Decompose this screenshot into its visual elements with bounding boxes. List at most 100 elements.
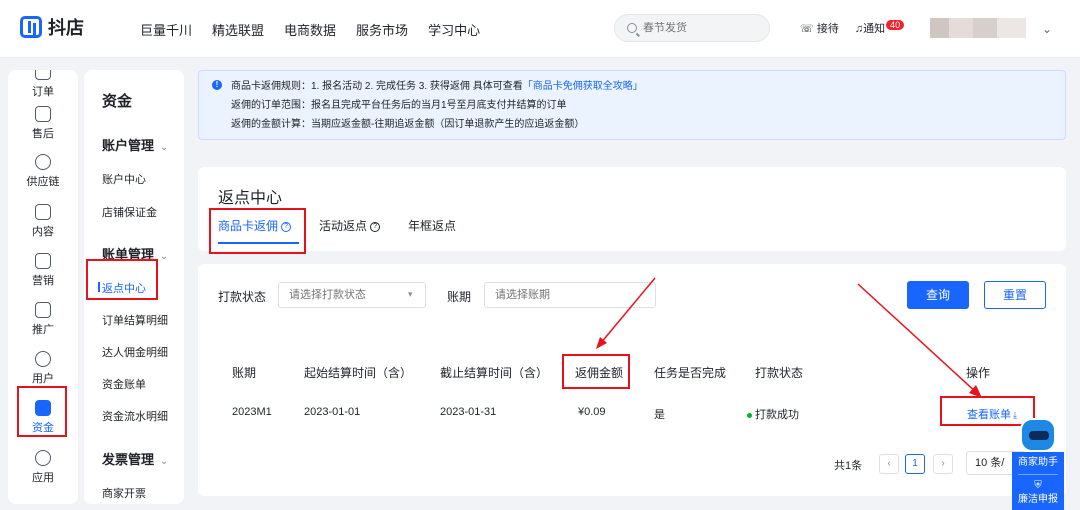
search-icon — [627, 23, 637, 33]
chevron-down-icon: ⌄ — [160, 456, 169, 467]
status-filter-label: 打款状态 — [218, 290, 267, 304]
status-select[interactable] — [278, 282, 426, 308]
leftnav-label: 供应链 — [26, 176, 60, 188]
notice-button[interactable]: ♫通知 40 — [854, 20, 905, 36]
shield-icon: ⛨ — [1034, 480, 1042, 491]
subnav-item-invoicing[interactable]: 商家开票 — [102, 485, 146, 501]
tab-activity-rebate[interactable]: 活动返点? — [319, 217, 381, 244]
cell-period: 2023M1 — [232, 406, 272, 418]
leftnav-item-promotion[interactable]: 推广 — [8, 302, 78, 337]
search-input[interactable] — [643, 22, 753, 34]
leftnav-item-user[interactable]: 用户 — [8, 351, 78, 386]
subnav-item-influencer-commission[interactable]: 达人佣金明细 — [102, 344, 168, 360]
cell-status: 打款成功 — [747, 406, 799, 422]
chevron-down-icon[interactable]: ⌄ — [1042, 22, 1052, 36]
leftnav-item-content[interactable]: 内容 — [8, 204, 78, 239]
subnav-group-bills[interactable]: 账单管理 ⌄ — [102, 244, 168, 263]
leftnav-item-marketing[interactable]: 营销 — [8, 253, 78, 288]
rules-notice: ! 商品卡返佣规则：1. 报名活动 2. 完成任务 3. 获得返佣 具体可查看「… — [198, 70, 1066, 140]
reception-button[interactable]: ☏ 接待 — [800, 20, 839, 36]
after-sale-icon — [35, 106, 51, 122]
leftnav-item-supply[interactable]: 供应链 — [8, 154, 78, 189]
helper-label[interactable]: 商家助手 — [1012, 456, 1064, 470]
bell-icon: ♫ — [854, 23, 864, 35]
help-icon[interactable]: ? — [370, 221, 381, 232]
info-icon: ! — [212, 80, 222, 90]
subnav-item-rebate-center[interactable]: 返点中心 — [98, 280, 146, 296]
supply-chain-icon — [35, 154, 51, 170]
chevron-down-icon: ⌄ — [160, 251, 169, 262]
notice-label: 通知 — [863, 23, 886, 35]
col-header-end: 截止结算时间（含） — [440, 366, 549, 380]
logo-icon — [20, 16, 42, 38]
help-icon[interactable]: ? — [281, 221, 292, 232]
topnav-item-alliance[interactable]: 精选联盟 — [212, 20, 264, 39]
subnav-item-fund-bill[interactable]: 资金账单 — [102, 376, 146, 392]
divider — [1018, 474, 1058, 475]
subnav-group-invoice[interactable]: 发票管理 ⌄ — [102, 449, 168, 468]
tab-label: 活动返点 — [319, 219, 368, 233]
tab-bar: 商品卡返佣? 活动返点? 年框返点 — [218, 217, 484, 244]
view-bill-link[interactable]: 查看账单 ⤓ — [967, 406, 1017, 422]
period-select[interactable] — [484, 282, 656, 308]
notice-line-1: 商品卡返佣规则：1. 报名活动 2. 完成任务 3. 获得返佣 具体可查看「商品… — [213, 77, 1065, 96]
subnav-item-account-center[interactable]: 账户中心 — [102, 171, 146, 187]
wallet-icon — [35, 400, 51, 416]
search-box[interactable] — [614, 14, 770, 42]
leftnav-label: 内容 — [32, 226, 54, 238]
leftnav-item-aftersale[interactable]: 售后 — [8, 106, 78, 141]
leftnav-item-apps[interactable]: 应用 — [8, 450, 78, 485]
robot-icon — [1020, 418, 1056, 452]
topnav-item-data[interactable]: 电商数据 — [284, 20, 336, 39]
leftnav-item-order[interactable]: 订单 — [8, 70, 78, 99]
topnav-item-learning[interactable]: 学习中心 — [428, 20, 480, 39]
guide-link[interactable]: 「商品卡免佣获取全攻略」 — [523, 81, 643, 92]
integrity-report-link[interactable]: 廉洁申报 — [1012, 493, 1064, 507]
page-button-current[interactable]: 1 — [905, 454, 925, 474]
leftnav-label: 应用 — [32, 472, 54, 484]
subnav-title: 资金 — [102, 93, 133, 110]
tab-product-card-rebate[interactable]: 商品卡返佣? — [218, 217, 300, 244]
subnav-group-account[interactable]: 账户管理 ⌄ — [102, 135, 168, 154]
chevron-down-icon: ▾ — [408, 289, 413, 299]
leftnav-label: 营销 — [32, 275, 54, 287]
subnav-group-label: 账单管理 — [102, 247, 155, 262]
top-bar: 抖店 巨量千川 精选联盟 电商数据 服务市场 学习中心 ☏ 接待 ♫通知40 ⌄ — [0, 0, 1080, 58]
leftnav-label: 售后 — [32, 128, 54, 140]
prev-page-button[interactable]: ‹ — [879, 454, 899, 474]
col-header-amount: 返佣金额 — [575, 366, 624, 380]
chevron-down-icon: ⌄ — [160, 142, 169, 153]
subnav-item-order-settlement[interactable]: 订单结算明细 — [102, 312, 168, 328]
leftnav-item-funds[interactable]: 资金 — [8, 400, 78, 435]
notice-line-3: 返佣的金额计算：当期应返金额-往期追返金额（因订单退款产生的应追返金额） — [231, 119, 585, 130]
order-icon — [35, 70, 51, 80]
merchant-helper[interactable]: 商家助手 ⛨ 廉洁申报 — [1012, 418, 1064, 510]
topnav-item-qianchuan[interactable]: 巨量千川 — [140, 20, 192, 39]
col-header-action: 操作 — [966, 366, 991, 380]
left-nav: 订单 售后 供应链 内容 营销 推广 用户 资金 应用 — [8, 70, 78, 504]
query-button[interactable]: 查询 — [907, 281, 969, 309]
status-text: 打款成功 — [755, 409, 799, 421]
top-actions: ☏ 接待 ♫通知 40 — [800, 20, 905, 36]
cell-start: 2023-01-01 — [304, 406, 361, 418]
sub-nav: 资金 账户管理 ⌄ 账户中心 店铺保证金 账单管理 ⌄ 返点中心 订单结算明细 达人… — [84, 70, 184, 504]
reset-button[interactable]: 重置 — [984, 281, 1046, 309]
leftnav-label: 用户 — [32, 373, 54, 385]
subnav-group-label: 账户管理 — [102, 138, 155, 153]
tab-annual-rebate[interactable]: 年框返点 — [408, 217, 456, 244]
app-logo[interactable]: 抖店 — [20, 14, 84, 40]
subnav-item-fund-flow[interactable]: 资金流水明细 — [102, 408, 168, 424]
subnav-item-deposit[interactable]: 店铺保证金 — [102, 204, 157, 220]
reception-label: 接待 — [816, 23, 839, 35]
leftnav-label: 资金 — [32, 422, 54, 434]
logo-text: 抖店 — [48, 18, 84, 38]
topnav-item-market[interactable]: 服务市场 — [356, 20, 408, 39]
leftnav-label: 订单 — [32, 86, 54, 98]
content-icon — [35, 204, 51, 220]
status-dot — [747, 412, 752, 418]
next-page-button[interactable]: › — [933, 454, 953, 474]
view-bill-label: 查看账单 — [967, 409, 1011, 421]
account-avatar[interactable] — [930, 18, 1026, 38]
tab-label: 商品卡返佣 — [218, 219, 279, 233]
notice-line-2: 返佣的订单范围：报名且完成平台任务后的当月1号至月底支付并结算的订单 — [231, 100, 567, 111]
